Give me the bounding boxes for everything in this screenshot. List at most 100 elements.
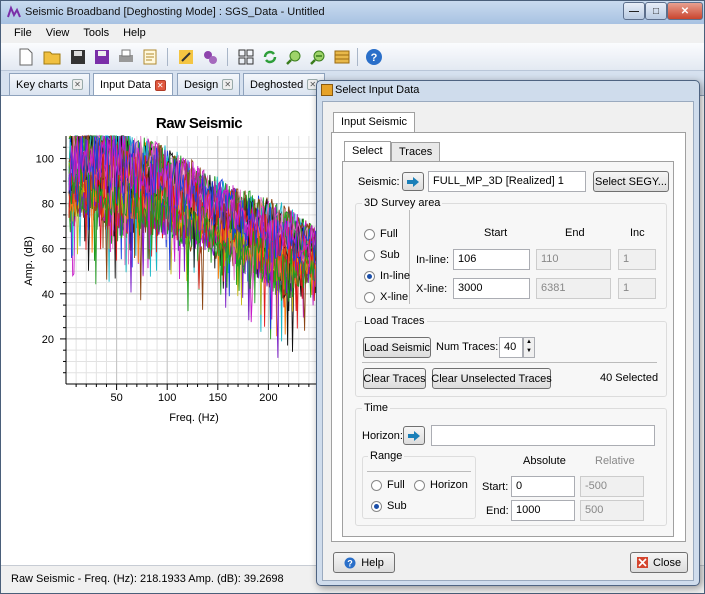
close-button[interactable]: Close <box>630 552 688 573</box>
num-traces-label: Num Traces: <box>436 341 499 353</box>
x-tick-label: 150 <box>209 392 227 404</box>
survey-sub-radio[interactable] <box>364 250 375 261</box>
absolute-column-header: Absolute <box>523 455 566 467</box>
save-all-icon[interactable] <box>91 46 113 68</box>
menu-bar: File View Tools Help <box>1 24 704 43</box>
start-absolute-field[interactable]: 0 <box>511 476 575 497</box>
survey-xline-label: X-line <box>380 291 409 303</box>
x-axis-label: Freq. (Hz) <box>169 412 219 424</box>
close-tab-icon[interactable]: ✕ <box>154 79 166 91</box>
svg-text:?: ? <box>371 52 378 64</box>
tab-input-seismic[interactable]: Input Seismic <box>333 112 416 133</box>
zoom-out-icon[interactable] <box>307 46 329 68</box>
horizon-field[interactable] <box>431 425 655 446</box>
end-relative-field: 500 <box>580 500 644 521</box>
tab-select[interactable]: Select <box>344 141 391 162</box>
range-group: Range Full Horizon Sub <box>362 450 476 519</box>
tab-label: Key charts <box>16 78 68 91</box>
maximize-button[interactable]: □ <box>645 2 667 20</box>
tab-label: Design <box>184 78 219 91</box>
title-bar: Seismic Broadband [Deghosting Mode] : SG… <box>1 1 704 24</box>
relative-column-header: Relative <box>595 455 635 467</box>
range-full-label: Full <box>387 479 405 491</box>
tab-label: Deghosted <box>250 78 304 91</box>
end-label: End: <box>486 505 509 517</box>
inc-column-header: Inc <box>630 227 645 239</box>
survey-inline-radio[interactable] <box>364 271 375 282</box>
y-tick-label: 100 <box>36 154 54 166</box>
zoom-in-icon[interactable] <box>283 46 305 68</box>
xline-inc-field: 1 <box>618 278 656 299</box>
survey-full-label: Full <box>380 228 398 240</box>
wizard-icon[interactable] <box>175 46 197 68</box>
select-input-dialog: Select Input Data Input Seismic Select T… <box>316 80 700 586</box>
open-folder-icon[interactable] <box>41 46 63 68</box>
help-button[interactable]: ? Help <box>333 552 395 573</box>
load-traces-title: Load Traces <box>362 315 427 327</box>
print-icon[interactable] <box>115 46 137 68</box>
menu-tools[interactable]: Tools <box>76 24 116 43</box>
clear-traces-button[interactable]: Clear Traces <box>363 368 426 389</box>
close-window-button[interactable]: ✕ <box>667 2 703 20</box>
dialog-title: Select Input Data <box>335 84 420 96</box>
xline-row-label: X-line: <box>416 283 448 295</box>
y-axis-label: Amp. (dB) <box>23 236 35 286</box>
inline-start-field[interactable]: 106 <box>453 249 530 270</box>
xline-start-field[interactable]: 3000 <box>453 278 530 299</box>
close-tab-icon[interactable]: ✕ <box>71 79 83 90</box>
survey-inline-label: In-line <box>380 270 410 282</box>
select-segy-button[interactable]: Select SEGY... <box>593 171 669 192</box>
menu-file[interactable]: File <box>7 24 39 43</box>
tab-deghosted[interactable]: Deghosted ✕ <box>243 73 326 95</box>
y-tick-label: 20 <box>42 334 54 346</box>
start-label: Start: <box>482 481 509 493</box>
report-icon[interactable] <box>139 46 161 68</box>
tab-label: Input Data <box>100 79 151 91</box>
new-file-icon[interactable] <box>15 46 37 68</box>
refresh-icon[interactable] <box>259 46 281 68</box>
inline-row-label: In-line: <box>416 254 450 266</box>
input-seismic-panel: Select Traces Seismic: FULL_MP_3D [Reali… <box>331 132 686 542</box>
end-absolute-field[interactable]: 1000 <box>511 500 575 521</box>
close-tab-icon[interactable]: ✕ <box>222 79 234 90</box>
tab-key-charts[interactable]: Key charts ✕ <box>9 73 90 95</box>
window-title: Seismic Broadband [Deghosting Mode] : SG… <box>25 6 325 18</box>
tab-input-data[interactable]: Input Data ✕ <box>93 73 173 96</box>
range-sub-radio[interactable] <box>371 501 382 512</box>
tab-design[interactable]: Design ✕ <box>177 73 241 95</box>
range-full-radio[interactable] <box>371 480 382 491</box>
settings-gears-icon[interactable] <box>199 46 221 68</box>
horizon-label: Horizon: <box>362 430 403 442</box>
tab-traces[interactable]: Traces <box>391 142 441 161</box>
seismic-field[interactable]: FULL_MP_3D [Realized] 1 <box>428 171 586 192</box>
end-column-header: End <box>565 227 585 239</box>
num-traces-field[interactable]: 40 <box>499 337 523 358</box>
range-horizon-radio[interactable] <box>414 480 425 491</box>
seismic-label: Seismic: <box>358 176 400 188</box>
select-panel: Seismic: FULL_MP_3D [Realized] 1 Select … <box>342 161 674 537</box>
arrow-right-icon <box>408 430 420 441</box>
seismic-pick-button[interactable] <box>402 172 424 191</box>
dialog-body: Input Seismic Select Traces Seismic: FUL… <box>322 101 694 581</box>
clear-unselected-traces-button[interactable]: Clear Unselected Traces <box>431 368 552 389</box>
num-traces-spinner[interactable]: ▲ ▼ <box>523 337 535 358</box>
save-icon[interactable] <box>67 46 89 68</box>
minimize-button[interactable]: — <box>623 2 645 20</box>
time-group: Time Horizon: Range Full Horizon Sub Abs… <box>355 402 667 526</box>
horizon-pick-button[interactable] <box>403 426 425 445</box>
menu-help[interactable]: Help <box>116 24 153 43</box>
load-traces-group: Load Traces Load Seismic Num Traces: 40 … <box>355 315 667 397</box>
chart-title: Raw Seismic <box>156 115 242 132</box>
inline-end-field: 110 <box>536 249 611 270</box>
close-icon <box>636 557 648 568</box>
help-icon[interactable]: ? <box>363 46 385 68</box>
menu-view[interactable]: View <box>39 24 77 43</box>
close-button-label: Close <box>652 556 682 569</box>
grid-icon[interactable] <box>235 46 257 68</box>
load-seismic-button[interactable]: Load Seismic <box>363 337 431 358</box>
survey-xline-radio[interactable] <box>364 292 375 303</box>
survey-full-radio[interactable] <box>364 229 375 240</box>
layers-icon[interactable] <box>331 46 353 68</box>
selected-count: 40 Selected <box>600 372 659 384</box>
help-icon: ? <box>344 557 356 568</box>
